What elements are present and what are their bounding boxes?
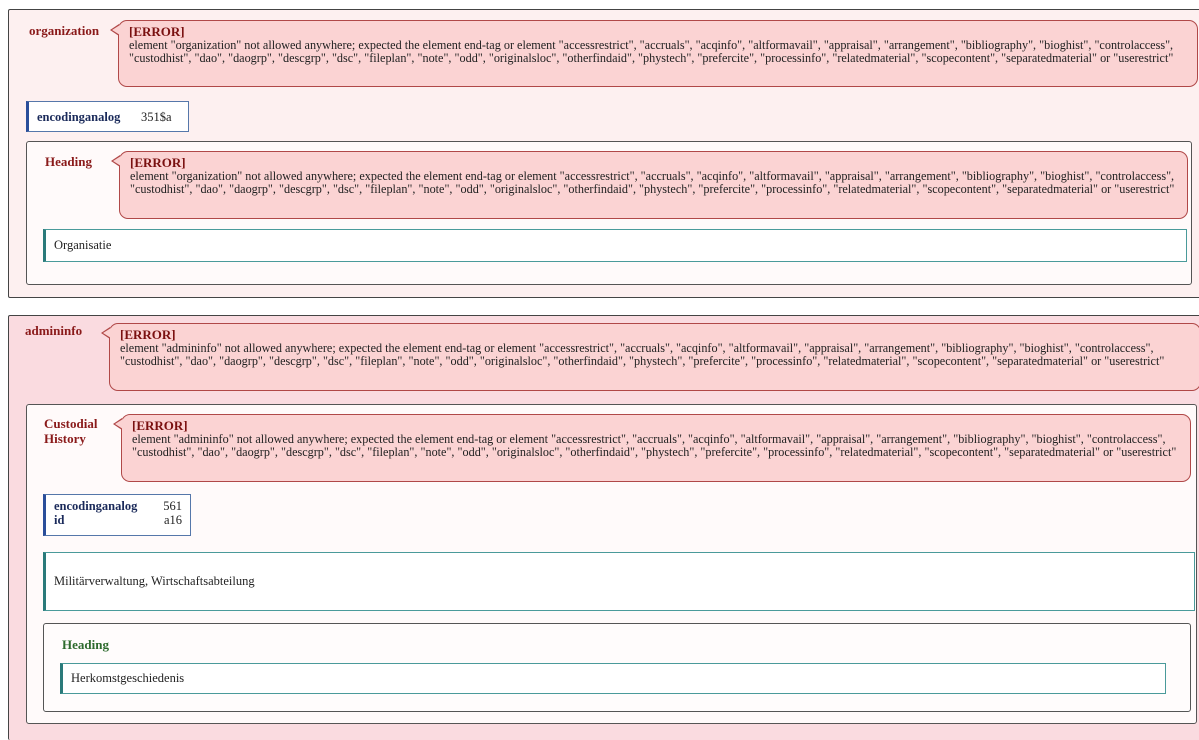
error-message-heading: [ERROR] element "organization" not allow… <box>111 151 1188 219</box>
heading-label: Heading <box>45 154 92 169</box>
heading-text-field[interactable]: Organisatie <box>43 229 1187 262</box>
error-text: element "organization" not allowed anywh… <box>130 169 1175 197</box>
attribute-key: id <box>54 513 65 527</box>
element-name-organization: organization <box>29 23 100 38</box>
attribute-key: encodinganalog <box>54 499 138 513</box>
error-title: [ERROR] <box>132 418 188 433</box>
admininfo-element-block: admininfo [ERROR] element "admininfo" no… <box>8 315 1199 740</box>
error-title: [ERROR] <box>120 327 176 342</box>
attribute-row: encodinganalog 561 <box>54 499 182 513</box>
custodial-history-text: Militärverwaltung, Wirtschaftsabteilung <box>54 574 255 588</box>
error-message-organization: [ERROR] element "organization" not allow… <box>110 20 1198 87</box>
organization-element-block: organization [ERROR] element "organizati… <box>8 9 1199 298</box>
error-text: element "admininfo" not allowed anywhere… <box>132 432 1177 460</box>
error-title: [ERROR] <box>129 24 185 39</box>
heading-container: Heading [ERROR] element "organization" n… <box>26 141 1192 285</box>
custodial-history-text-field[interactable]: Militärverwaltung, Wirtschaftsabteilung <box>43 552 1195 611</box>
attributes-box: encodinganalog 351$a <box>26 101 189 132</box>
attribute-row: encodinganalog 351$a <box>37 110 172 124</box>
heading-text: Herkomstgeschiedenis <box>71 671 185 685</box>
error-title: [ERROR] <box>130 155 186 170</box>
error-text: element "organization" not allowed anywh… <box>129 38 1174 66</box>
heading-text-field[interactable]: Herkomstgeschiedenis <box>60 663 1166 694</box>
attribute-value: 561 <box>163 499 182 513</box>
heading-label: Heading <box>62 637 109 652</box>
element-name-admininfo: admininfo <box>25 323 83 338</box>
custodial-history-container: Custodial History [ERROR] element "admin… <box>26 404 1197 724</box>
attributes-box: encodinganalog 561 id a16 <box>43 494 191 536</box>
attribute-value: a16 <box>163 513 182 527</box>
error-text: element "admininfo" not allowed anywhere… <box>120 341 1165 369</box>
custodial-history-label: Custodial History <box>44 416 98 446</box>
error-message-custodial-history: [ERROR] element "admininfo" not allowed … <box>113 414 1191 482</box>
heading-text: Organisatie <box>54 238 112 252</box>
attribute-value: 351$a <box>141 109 172 124</box>
attribute-key: encodinganalog <box>37 109 121 124</box>
error-message-admininfo: [ERROR] element "admininfo" not allowed … <box>101 323 1199 391</box>
attribute-row: id a16 <box>54 513 182 527</box>
heading-container: Heading Herkomstgeschiedenis <box>43 623 1191 712</box>
